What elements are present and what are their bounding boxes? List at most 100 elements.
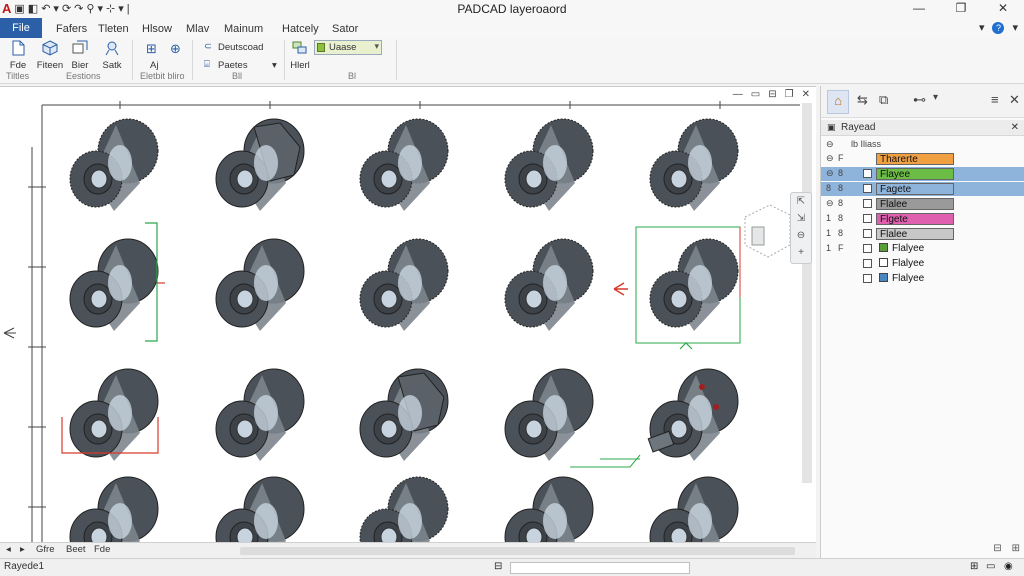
doc-tile-button[interactable]: ⊟ bbox=[768, 89, 776, 100]
copy-icon[interactable]: ⧉ bbox=[879, 92, 888, 108]
part-plain-drawing[interactable] bbox=[215, 368, 305, 461]
part-hex-drawing[interactable] bbox=[215, 118, 305, 211]
tab-mlav[interactable]: Mlav bbox=[182, 20, 213, 38]
part-gear-drawing[interactable] bbox=[649, 118, 739, 211]
status-icon[interactable]: ⊟ bbox=[494, 561, 502, 572]
expand-icon[interactable]: ⊖ bbox=[826, 139, 834, 150]
help-icon[interactable]: ? bbox=[992, 21, 1005, 34]
part-gear-drawing[interactable] bbox=[359, 118, 449, 211]
doc-maximize-button[interactable]: ❐ bbox=[785, 89, 794, 100]
layer-state-icon[interactable]: 1 bbox=[826, 228, 831, 238]
view-cube[interactable] bbox=[744, 204, 791, 258]
footer-expand-icon[interactable]: ⊞ bbox=[1012, 543, 1020, 554]
pan-icon[interactable]: ⇱ bbox=[791, 193, 811, 210]
layer-row[interactable]: 8 8 Fagete bbox=[821, 182, 1024, 196]
draw-dropdown-icon[interactable]: ▾ bbox=[272, 60, 277, 71]
layer-swatch[interactable]: Flalyee bbox=[876, 273, 954, 285]
layer-swatch[interactable]: Flayee bbox=[876, 168, 954, 180]
part-plain-drawing[interactable] bbox=[215, 476, 305, 543]
layer-row[interactable]: Flalyee bbox=[821, 272, 1024, 286]
options-dropdown-icon[interactable]: ▾ bbox=[979, 21, 985, 34]
part-gear-drawing[interactable] bbox=[504, 238, 594, 331]
layer-row[interactable]: Flalyee bbox=[821, 257, 1024, 271]
part-gear-drawing[interactable] bbox=[504, 118, 594, 211]
help-dropdown-icon[interactable]: ▾ bbox=[1012, 21, 1018, 34]
layer-swatch[interactable]: Flgete bbox=[876, 213, 954, 225]
layer-swatch[interactable]: Flalee bbox=[876, 198, 954, 210]
layer-swatch[interactable]: Tharerte bbox=[876, 153, 954, 165]
layer-visibility-checkbox[interactable] bbox=[863, 169, 872, 178]
edit-aj-label[interactable]: Aj bbox=[150, 60, 158, 71]
layer-state-icon[interactable]: ⊖ bbox=[826, 153, 834, 164]
part-plain-drawing[interactable] bbox=[69, 476, 159, 543]
part-plain-drawing[interactable] bbox=[504, 476, 594, 543]
status-grid-icon[interactable]: ⊞ bbox=[970, 561, 978, 572]
ribbon-layer-button[interactable]: Hlerl bbox=[286, 40, 314, 74]
layer-state-icon[interactable]: 8 bbox=[826, 183, 831, 193]
part-gear-drawing[interactable] bbox=[69, 118, 159, 211]
part-gear-drawing[interactable] bbox=[359, 476, 449, 543]
layout-tab-beet[interactable]: Beet bbox=[66, 544, 86, 555]
merge-icon[interactable]: ⊷ bbox=[913, 92, 926, 108]
ribbon-fiteen-button[interactable]: Fiteen bbox=[34, 40, 66, 74]
status-view-icon[interactable]: ▭ bbox=[986, 561, 995, 572]
tab-hlsow[interactable]: Hlsow bbox=[138, 20, 176, 38]
ribbon-bier-button[interactable]: Bier bbox=[64, 40, 96, 74]
zoom-extents-icon[interactable]: ⇲ bbox=[791, 210, 811, 227]
layer-swatch[interactable]: Fagete bbox=[876, 183, 954, 195]
layer-visibility-checkbox[interactable] bbox=[863, 229, 872, 238]
layer-swatch[interactable]: Flalee bbox=[876, 228, 954, 240]
header-close-icon[interactable]: ✕ bbox=[1011, 122, 1019, 133]
tab-scroll-left-icon[interactable]: ◂ bbox=[6, 544, 11, 555]
tab-hatcely[interactable]: Hatcely bbox=[278, 20, 323, 38]
draw-item-paetes[interactable]: Paetes bbox=[218, 60, 248, 71]
edit-small-icon[interactable]: ⊞ bbox=[146, 41, 157, 57]
ribbon-file-button[interactable]: Fde bbox=[2, 40, 34, 74]
doc-minimize-button[interactable]: — bbox=[733, 89, 743, 100]
restore-button[interactable]: ❐ bbox=[940, 0, 982, 18]
vertical-scrollbar[interactable] bbox=[802, 103, 812, 483]
zoom-out-icon[interactable]: ⊖ bbox=[791, 227, 811, 244]
zoom-in-icon[interactable]: + bbox=[791, 244, 811, 261]
panel-header-checkbox[interactable]: ▣ bbox=[827, 122, 836, 133]
part-hex-drawing[interactable] bbox=[359, 368, 449, 461]
part-plain-drawing[interactable] bbox=[649, 476, 739, 543]
part-shaft-drawing[interactable] bbox=[647, 368, 739, 461]
layer-row[interactable]: ⊖ 8 Flayee bbox=[821, 167, 1024, 181]
layout-tab-gfre[interactable]: Gfre bbox=[36, 544, 54, 555]
menu-icon[interactable]: ≡ bbox=[991, 92, 999, 107]
layer-state-icon[interactable]: ⊖ bbox=[826, 168, 834, 179]
footer-collapse-icon[interactable]: ⊟ bbox=[993, 543, 1001, 554]
doc-restore-button[interactable]: ▭ bbox=[751, 89, 760, 100]
status-settings-icon[interactable]: ◉ bbox=[1004, 561, 1013, 572]
layer-row-top[interactable]: ⊖ lb Iliass bbox=[821, 138, 1024, 152]
layer-visibility-checkbox[interactable] bbox=[863, 184, 872, 193]
tab-sator[interactable]: Sator bbox=[328, 20, 362, 38]
tab-file[interactable]: File bbox=[0, 18, 42, 38]
layer-swatch[interactable]: Flalyee bbox=[876, 258, 954, 270]
layer-visibility-checkbox[interactable] bbox=[863, 274, 872, 283]
tab-tleten[interactable]: Tleten bbox=[94, 20, 133, 38]
layer-row[interactable]: 1 F Flalyee bbox=[821, 242, 1024, 256]
part-plain-drawing[interactable] bbox=[69, 368, 159, 461]
layer-state-icon[interactable]: 1 bbox=[826, 213, 831, 223]
merge-dropdown-icon[interactable]: ▾ bbox=[933, 92, 938, 103]
layer-row[interactable]: 1 8 Flalee bbox=[821, 227, 1024, 241]
layer-state-icon[interactable]: ⊖ bbox=[826, 198, 834, 209]
swap-icon[interactable]: ⇆ bbox=[857, 92, 868, 108]
tab-fafers[interactable]: Fafers bbox=[52, 20, 91, 38]
command-line-input[interactable] bbox=[510, 562, 690, 574]
minimize-button[interactable]: — bbox=[898, 0, 940, 18]
home-icon[interactable]: ⌂ bbox=[827, 90, 849, 114]
part-gear-drawing[interactable] bbox=[359, 238, 449, 331]
part-plain-drawing[interactable] bbox=[69, 238, 159, 331]
close-button[interactable]: ✕ bbox=[982, 0, 1024, 18]
part-plain-drawing[interactable] bbox=[504, 368, 594, 461]
layer-swatch[interactable]: Flalyee bbox=[876, 243, 954, 255]
panel-close-icon[interactable]: ✕ bbox=[1009, 92, 1020, 108]
layout-tab-fde[interactable]: Fde bbox=[94, 544, 110, 555]
part-plain-drawing[interactable] bbox=[215, 238, 305, 331]
part-gear-drawing[interactable] bbox=[649, 238, 739, 331]
layer-state-icon[interactable]: 1 bbox=[826, 243, 831, 253]
layer-visibility-checkbox[interactable] bbox=[863, 244, 872, 253]
